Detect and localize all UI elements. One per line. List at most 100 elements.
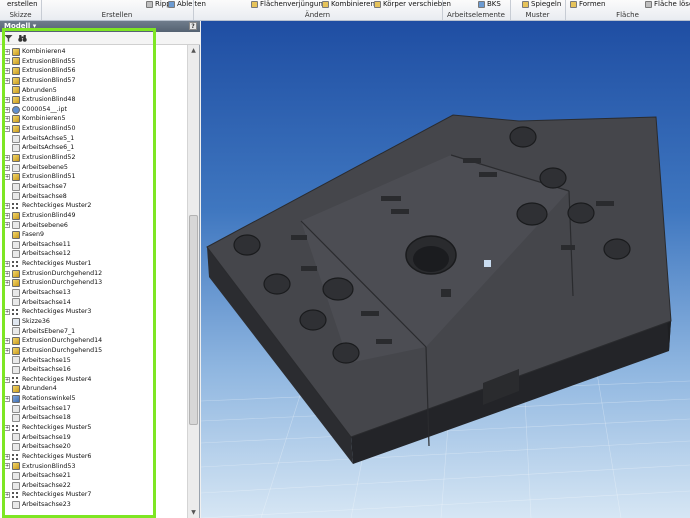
tree-item[interactable]: Arbeitsachse23 [0, 500, 188, 510]
tree-item-label: ExtrusionBlind53 [22, 462, 76, 470]
help-icon[interactable]: ? [189, 22, 197, 30]
tree-item[interactable]: + Rechteckiges Muster6 [0, 452, 188, 462]
browser-header[interactable]: Modell ▾ ? [0, 21, 200, 32]
expand-toggle-icon[interactable]: + [4, 453, 10, 460]
tree-item[interactable]: Skizze36 [0, 317, 188, 327]
tree-item[interactable]: Arbeitsachse7 [0, 182, 188, 192]
tree-item[interactable]: + Rechteckiges Muster7 [0, 490, 188, 500]
expand-toggle-icon[interactable]: + [4, 280, 10, 287]
tree-item-label: Rechteckiges Muster6 [22, 452, 92, 460]
tree-item[interactable]: + Kombinieren4 [0, 47, 188, 57]
tree-item[interactable]: Abrunden5 [0, 86, 188, 96]
face-draft-button[interactable]: Flächenverjüngung [251, 0, 327, 9]
tree-item[interactable]: Arbeitsachse13 [0, 288, 188, 298]
tree-item[interactable]: ArbeitsAchse5_1 [0, 134, 188, 144]
expand-toggle-icon[interactable]: + [4, 376, 10, 383]
ucs-button[interactable]: BKS [478, 0, 501, 9]
expand-toggle-icon[interactable]: + [4, 58, 10, 65]
tree-item[interactable]: + ExtrusionDurchgehend14 [0, 336, 188, 346]
tree-item[interactable]: Arbeitsachse8 [0, 192, 188, 202]
expand-toggle-icon[interactable]: + [4, 424, 10, 431]
expand-toggle-icon[interactable]: + [4, 68, 10, 75]
expand-toggle-icon[interactable]: + [4, 97, 10, 104]
tree-item[interactable]: ArbeitsAchse6_1 [0, 143, 188, 153]
sculpt-button[interactable]: Formen [570, 0, 605, 9]
expand-toggle-icon[interactable]: + [4, 395, 10, 402]
expand-toggle-icon[interactable]: + [4, 492, 10, 499]
tree-item[interactable]: Arbeitsachse14 [0, 298, 188, 308]
tree-item[interactable]: + ExtrusionBlind51 [0, 172, 188, 182]
tree-item[interactable]: + ExtrusionDurchgehend12 [0, 269, 188, 279]
browser-scrollbar[interactable]: ▲ ▼ [187, 45, 199, 518]
group-label-aendern: Ändern [304, 11, 331, 19]
tree-item[interactable]: Arbeitsachse12 [0, 249, 188, 259]
tree-item[interactable]: Arbeitsachse16 [0, 365, 188, 375]
expand-toggle-icon[interactable]: + [4, 338, 10, 345]
tree-item[interactable]: + Rechteckiges Muster2 [0, 201, 188, 211]
feature-icon [12, 124, 20, 133]
expand-toggle-icon[interactable]: + [4, 125, 10, 132]
tree-item[interactable]: + Rechteckiges Muster5 [0, 423, 188, 433]
tree-item[interactable]: + Rechteckiges Muster1 [0, 259, 188, 269]
tree-item[interactable]: + ExtrusionBlind53 [0, 462, 188, 472]
tree-item[interactable]: Arbeitsachse11 [0, 240, 188, 250]
expand-toggle-icon[interactable]: + [4, 77, 10, 84]
filter-icon[interactable] [4, 34, 13, 43]
tree-item[interactable]: Arbeitsachse17 [0, 404, 188, 414]
3d-model-part[interactable] [206, 114, 672, 464]
group-label-muster: Muster [525, 11, 550, 19]
expand-toggle-icon[interactable]: + [4, 309, 10, 316]
expand-toggle-icon[interactable]: + [4, 270, 10, 277]
tree-item[interactable]: Arbeitsachse21 [0, 471, 188, 481]
tree-item[interactable]: + Rechteckiges Muster4 [0, 375, 188, 385]
tree-item[interactable]: + ExtrusionBlind55 [0, 57, 188, 67]
tree-item[interactable]: Arbeitsachse20 [0, 442, 188, 452]
expand-toggle-icon[interactable]: + [4, 154, 10, 161]
expand-toggle-icon[interactable]: + [4, 222, 10, 229]
tree-item[interactable]: ArbeitsEbene7_1 [0, 327, 188, 337]
tree-item[interactable]: + Rechteckiges Muster3 [0, 307, 188, 317]
tree-item[interactable]: + Rotationswinkel5 [0, 394, 188, 404]
tree-item[interactable]: + ExtrusionBlind50 [0, 124, 188, 134]
derive-button[interactable]: Ableiten [168, 0, 206, 9]
tree-item[interactable]: + Kombinieren5 [0, 114, 188, 124]
move-body-button[interactable]: Körper verschieben [374, 0, 451, 9]
tree-item[interactable]: + Arbeitsebene6 [0, 221, 188, 231]
expand-toggle-icon[interactable]: + [4, 347, 10, 354]
tree-item[interactable]: + Arbeitsebene5 [0, 163, 188, 173]
tree-item[interactable]: + ExtrusionBlind49 [0, 211, 188, 221]
tree-item-label: ArbeitsAchse6_1 [22, 144, 75, 152]
browser-title-dropdown-icon[interactable]: ▾ [33, 22, 37, 30]
tree-item[interactable]: + ExtrusionDurchgehend13 [0, 278, 188, 288]
tree-item[interactable]: Arbeitsachse22 [0, 481, 188, 491]
tree-item[interactable]: Arbeitsachse18 [0, 413, 188, 423]
scroll-down-arrow-icon[interactable]: ▼ [189, 508, 198, 517]
expand-toggle-icon[interactable]: + [4, 106, 10, 113]
expand-toggle-icon[interactable]: + [4, 164, 10, 171]
scrollbar-thumb[interactable] [189, 215, 198, 425]
tree-item[interactable]: Fasen9 [0, 230, 188, 240]
expand-toggle-icon[interactable]: + [4, 212, 10, 219]
combine-button[interactable]: Kombinieren [322, 0, 375, 9]
scroll-up-arrow-icon[interactable]: ▲ [189, 46, 198, 55]
tree-item[interactable]: Abrunden4 [0, 384, 188, 394]
expand-toggle-icon[interactable]: + [4, 463, 10, 470]
tree-item[interactable]: + C000054__.ipt [0, 105, 188, 115]
expand-toggle-icon[interactable]: + [4, 203, 10, 210]
delete-face-button[interactable]: Fläche lösch [645, 0, 690, 9]
sketch-button[interactable]: erstellen [7, 0, 38, 9]
tree-item[interactable]: + ExtrusionBlind56 [0, 66, 188, 76]
tree-item[interactable]: + ExtrusionDurchgehend15 [0, 346, 188, 356]
tree-item[interactable]: + ExtrusionBlind57 [0, 76, 188, 86]
tree-item[interactable]: Arbeitsachse19 [0, 433, 188, 443]
binoculars-icon[interactable] [18, 34, 27, 43]
graphics-viewport[interactable] [201, 21, 690, 518]
expand-toggle-icon[interactable]: + [4, 116, 10, 123]
expand-toggle-icon[interactable]: + [4, 174, 10, 181]
expand-toggle-icon[interactable]: + [4, 48, 10, 55]
tree-item[interactable]: + ExtrusionBlind52 [0, 153, 188, 163]
tree-item[interactable]: Arbeitsachse15 [0, 356, 188, 366]
expand-toggle-icon[interactable]: + [4, 260, 10, 267]
tree-item[interactable]: + ExtrusionBlind48 [0, 95, 188, 105]
mirror-button[interactable]: Spiegeln [522, 0, 561, 9]
